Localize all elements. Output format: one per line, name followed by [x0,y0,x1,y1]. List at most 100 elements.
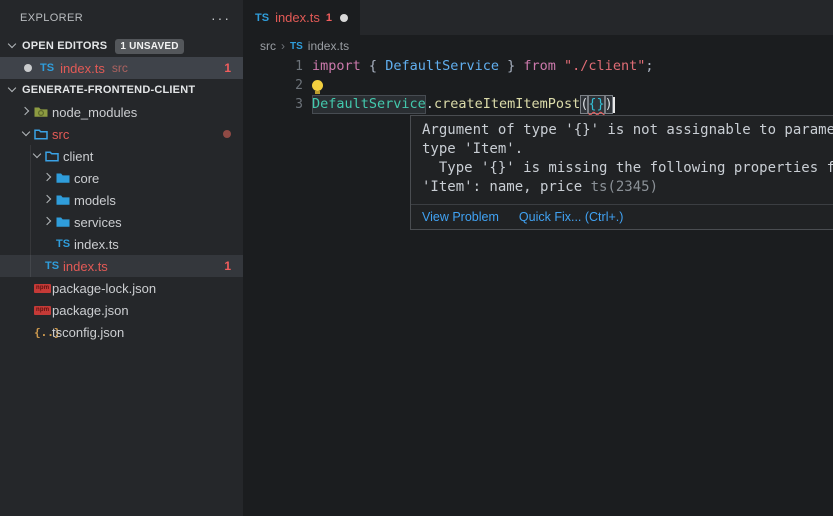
chevron-right-icon[interactable] [40,214,56,230]
tree-item-index.ts[interactable]: TSindex.ts [0,233,243,255]
sidebar-title: EXPLORER [20,12,83,24]
quick-fix-link[interactable]: Quick Fix... (Ctrl+.) [519,210,624,224]
tree-item-tsconfig.json[interactable]: {..}tsconfig.json [0,321,243,343]
line-number: 2 [243,76,303,95]
code-line-1: 1import { DefaultService } from "./clien… [243,57,833,76]
view-problem-link[interactable]: View Problem [422,210,499,224]
text-cursor [613,97,615,113]
tab-bar: TS index.ts 1 [243,0,833,35]
error-message: Argument of type '{}' is not assignable … [411,116,833,204]
error-hover-tooltip: Argument of type '{}' is not assignable … [410,115,833,230]
folder-icon [56,194,70,206]
chevron-right-icon[interactable] [40,192,56,208]
tree-item-node_modules[interactable]: node_modules [0,101,243,123]
chevron-down-icon[interactable] [29,148,45,164]
chevron-right-icon[interactable] [18,104,34,120]
folder-open-icon [34,128,48,140]
code-token: DefaultService [385,57,499,76]
folder-open-icon [45,150,59,162]
chevron-spacer [18,280,34,296]
code-token [556,57,564,76]
typescript-icon: TS [56,238,70,250]
code-line-3: 3DefaultService.createItemItemPost({}) [243,95,833,114]
breadcrumb-file[interactable]: index.ts [308,39,349,53]
code-token [361,57,369,76]
file-tree: node_modulessrcclientcoremodelsservicesT… [0,101,243,343]
open-editors-label: OPEN EDITORS [22,40,107,52]
more-actions-icon[interactable]: ··· [211,13,231,23]
tree-item-package.json[interactable]: npmpackage.json [0,299,243,321]
file-description: src [112,61,128,75]
open-editor-item-index.ts[interactable]: TS index.ts src 1 [0,57,243,79]
error-code-ref: ts(2345) [582,179,658,195]
chevron-down-icon[interactable] [4,38,20,54]
chevron-down-icon[interactable] [18,126,34,142]
error-count-badge: 1 [224,61,231,75]
chevron-spacer [29,258,45,274]
file-name: index.ts [63,259,108,274]
tree-item-services[interactable]: services [0,211,243,233]
typescript-icon: TS [40,62,54,74]
code-token: "./client" [564,57,645,76]
tree-item-core[interactable]: core [0,167,243,189]
tree-item-package-lock.json[interactable]: npmpackage-lock.json [0,277,243,299]
editor-content[interactable]: 1import { DefaultService } from "./clien… [243,57,833,114]
code-token: } [499,57,515,76]
typescript-icon: TS [45,260,59,272]
vscode-window: EXPLORER ··· OPEN EDITORS 1 UNSAVED TSin… [0,0,833,516]
tree-item-models[interactable]: models [0,189,243,211]
open-editors-list: TS index.ts src 1 [0,57,243,79]
breadcrumb: src › TS index.ts [243,35,833,57]
tree-item-client[interactable]: client [0,145,243,167]
file-name: models [74,193,116,208]
code-line-2: 2 [243,76,833,95]
line-number: 1 [243,57,303,76]
unsaved-badge: 1 UNSAVED [115,39,183,54]
chevron-spacer [18,324,34,340]
error-message-line: 'Item': name, price ts(2345) [422,178,833,197]
tree-item-src[interactable]: src [0,123,243,145]
code-token: createItemItemPost [434,95,580,114]
code-token: ( [580,95,588,114]
chevron-spacer [40,236,56,252]
code-token: ) [605,95,613,114]
modified-dot-icon [223,130,231,138]
file-name: src [52,127,69,142]
tab-error-badge: 1 [326,12,332,24]
project-root-header[interactable]: GENERATE-FRONTEND-CLIENT [0,79,243,101]
chevron-right-icon[interactable] [40,170,56,186]
chevron-down-icon[interactable] [4,82,20,98]
modified-dot-icon[interactable] [340,14,348,22]
chevron-right-icon: › [281,39,285,53]
file-name: client [63,149,93,164]
error-message-line: type 'Item'. [422,140,833,159]
tab-label: index.ts [275,10,320,25]
file-name: tsconfig.json [52,325,124,340]
chevron-spacer [18,302,34,318]
file-name: core [74,171,99,186]
code-token: DefaultService [312,95,426,114]
code-token: { [369,57,385,76]
typescript-icon: TS [255,12,269,24]
code-token: ; [645,57,653,76]
npm-icon: npm [34,306,51,315]
typescript-icon: TS [290,41,303,52]
modified-dot-icon[interactable] [24,64,32,72]
file-name: index.ts [60,61,105,76]
quick-fix-lightbulb-icon[interactable] [312,80,323,91]
file-name: node_modules [52,105,137,120]
breadcrumb-folder[interactable]: src [260,39,276,53]
tree-item-index.ts[interactable]: TSindex.ts1 [0,255,243,277]
folder-icon [56,172,70,184]
line-number: 3 [243,95,303,114]
sidebar-header: EXPLORER ··· [0,0,243,35]
editor-group: TS index.ts 1 src › TS index.ts 1import … [243,0,833,516]
project-root-label: GENERATE-FRONTEND-CLIENT [22,84,195,96]
code-token [515,57,523,76]
tab-index-ts[interactable]: TS index.ts 1 [243,0,360,35]
folder-icon [56,216,70,228]
code-token: import [312,57,361,76]
open-editors-header[interactable]: OPEN EDITORS 1 UNSAVED [0,35,243,57]
node-modules-folder-icon [34,106,48,118]
explorer-sidebar: EXPLORER ··· OPEN EDITORS 1 UNSAVED TSin… [0,0,243,516]
